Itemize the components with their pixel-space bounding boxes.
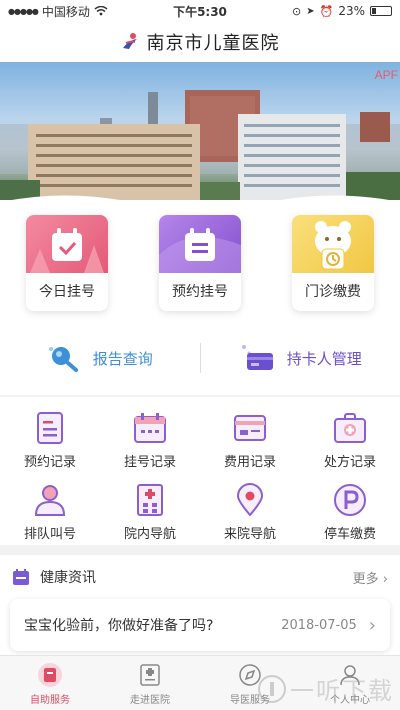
report-query-link[interactable]: 报告查询 [0, 343, 200, 373]
news-section-title: 健康资讯 [40, 570, 96, 586]
card-label: 今日挂号 [39, 284, 95, 300]
news-header: 健康资讯 更多 › [0, 555, 400, 599]
self-service-icon [37, 662, 63, 688]
grid-label: 停车缴费 [323, 527, 376, 542]
cardholder-management-link[interactable]: 持卡人管理 [201, 343, 400, 373]
tab-label: 走进医院 [130, 695, 170, 706]
queue-icon [33, 483, 67, 517]
grid-item-parking-payment[interactable]: 停车缴费 [300, 473, 400, 545]
hospital-info-icon [137, 662, 163, 688]
calendar-icon [133, 411, 167, 445]
grid-item-expense-records[interactable]: 费用记录 [200, 401, 300, 473]
grid-label: 挂号记录 [123, 455, 176, 470]
chevron-right-icon: › [382, 571, 388, 587]
news-item-date: 2018-07-05 [281, 617, 357, 633]
hospital-banner[interactable]: APF [0, 62, 400, 222]
battery-icon [370, 6, 392, 16]
hospital-logo-icon [122, 33, 137, 49]
news-item-title: 宝宝化验前，你做好准备了吗? [24, 618, 214, 634]
status-time: 下午5:30 [173, 4, 227, 19]
grid-item-hospital-navigation[interactable]: 来院导航 [200, 473, 300, 545]
calendar-check-icon [26, 215, 108, 273]
location-arrow-icon: ➤ [306, 5, 315, 17]
payment-bear-icon [292, 215, 374, 273]
medical-kit-icon [333, 411, 367, 445]
carrier-label: 中国移动 [41, 4, 90, 19]
search-icon [48, 347, 78, 372]
signal-icon: ●●●●● [8, 6, 39, 16]
status-bar: ●●●●● 中国移动 下午5:30 ⊙ ➤ ⏰ 23% [0, 0, 400, 22]
report-query-label: 报告查询 [92, 349, 153, 368]
battery-percent: 23% [338, 4, 365, 18]
card-label: 预约挂号 [172, 284, 228, 300]
cardholder-management-label: 持卡人管理 [286, 349, 362, 368]
news-list-item[interactable]: 宝宝化验前，你做好准备了吗? 2018-07-05 › [10, 599, 390, 651]
grid-label: 院内导航 [123, 527, 176, 542]
lock-rotation-icon: ⊙ [292, 4, 302, 18]
news-calendar-icon [13, 569, 29, 585]
card-appointment[interactable]: 预约挂号 [159, 215, 241, 311]
grid-item-register-records[interactable]: 挂号记录 [100, 401, 200, 473]
quick-links: 报告查询 持卡人管理 [0, 338, 400, 378]
grid-label: 排队叫号 [23, 527, 76, 542]
page-title: 南京市儿童医院 [146, 33, 280, 54]
card-today-register[interactable]: 今日挂号 [26, 215, 108, 311]
location-icon [233, 483, 267, 517]
grid-item-appointment-records[interactable]: 预约记录 [0, 401, 100, 473]
tab-self-service[interactable]: 自助服务 [0, 656, 100, 710]
tab-hospital-info[interactable]: 走进医院 [100, 656, 200, 710]
service-grid: 预约记录 挂号记录 费用记录 处方记录 排队叫号 院内导航 来院导航 停车缴费 [0, 397, 400, 545]
grid-label: 处方记录 [323, 455, 376, 470]
watermark-text: 一听下载 [290, 677, 394, 705]
grid-label: 费用记录 [223, 455, 276, 470]
grid-item-prescription-records[interactable]: 处方记录 [300, 401, 400, 473]
appointment-icon [159, 215, 241, 273]
wifi-icon [94, 6, 108, 16]
grid-item-indoor-navigation[interactable]: 院内导航 [100, 473, 200, 545]
news-more-label: 更多 [352, 571, 379, 587]
quick-actions-panel: 今日挂号 预约挂号 门诊缴费 报告查询 持卡人管理 [0, 200, 400, 395]
document-icon [33, 411, 67, 445]
grid-item-queue-calling[interactable]: 排队叫号 [0, 473, 100, 545]
card-outpatient-payment[interactable]: 门诊缴费 [292, 215, 374, 311]
parking-icon [333, 483, 367, 517]
bill-icon [233, 411, 267, 445]
alarm-icon: ⏰ [319, 4, 334, 18]
watermark: 一听下载 [258, 671, 394, 706]
card-label: 门诊缴费 [305, 284, 361, 300]
health-news-section: 健康资讯 更多 › 宝宝化验前，你做好准备了吗? 2018-07-05 › [0, 555, 400, 655]
watermark-logo-icon [258, 674, 286, 703]
grid-label: 预约记录 [23, 455, 76, 470]
app-header: 南京市儿童医院 [0, 22, 400, 62]
grid-label: 来院导航 [223, 527, 276, 542]
tab-label: 自助服务 [30, 695, 70, 706]
chevron-right-icon: › [368, 614, 376, 636]
building-icon [133, 483, 167, 517]
news-more-link[interactable]: 更多 › [353, 568, 388, 587]
card-icon [241, 345, 273, 370]
